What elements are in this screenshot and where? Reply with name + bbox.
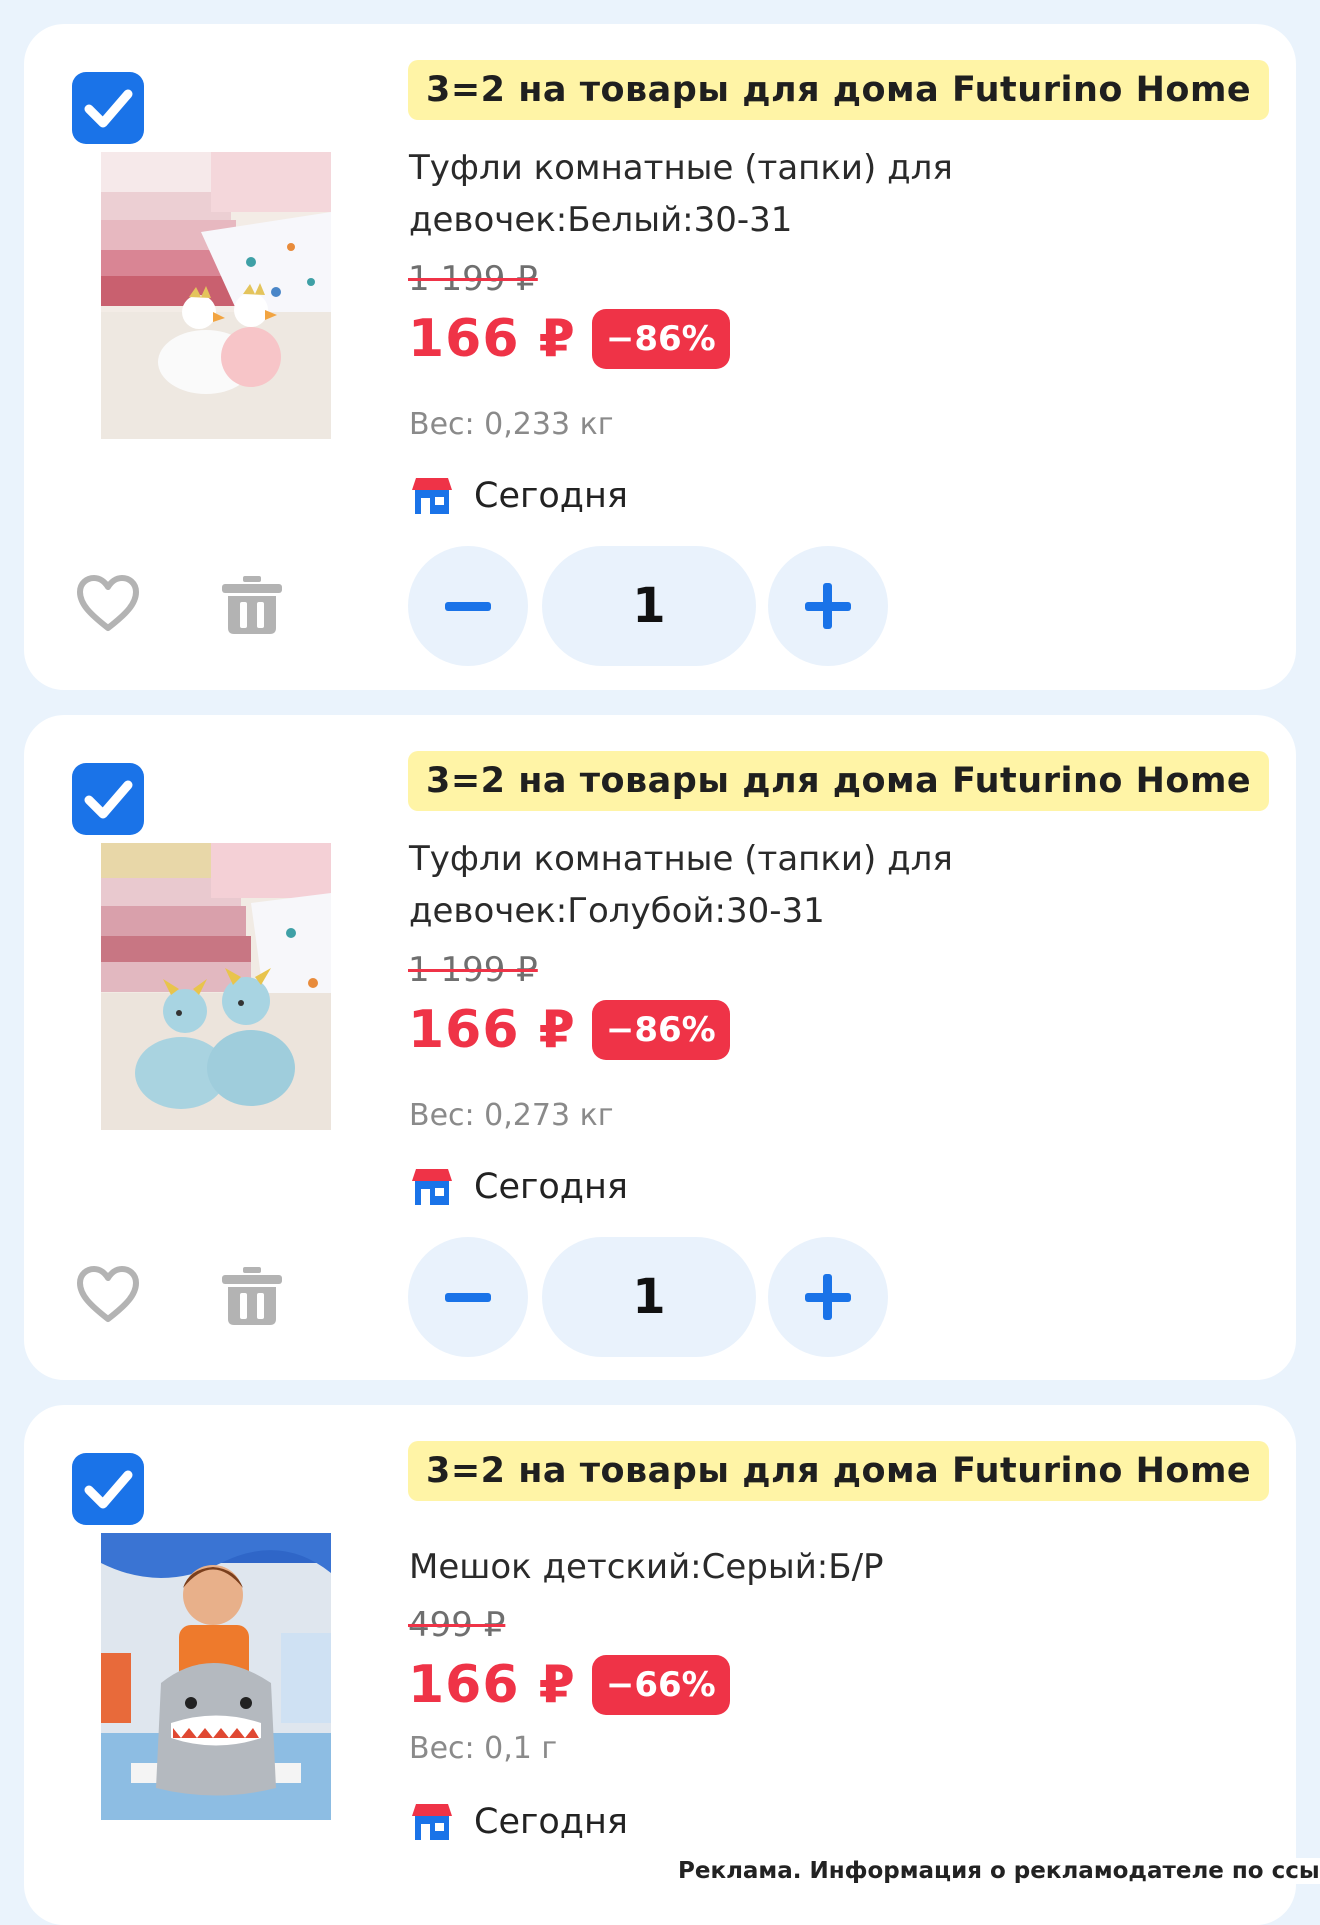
delivery-date: Сегодня <box>474 476 628 516</box>
decrease-quantity-button[interactable] <box>408 1237 528 1357</box>
cart-item: 3=2 на товары для дома Futurino Home Туф… <box>24 24 1296 690</box>
minus-icon <box>445 602 491 611</box>
discount-badge: −66% <box>591 1655 730 1715</box>
old-price: 1 199 ₽ <box>408 950 538 990</box>
discount-badge: −86% <box>591 309 730 369</box>
store-icon <box>412 1169 452 1205</box>
product-image[interactable] <box>101 843 331 1130</box>
weight-label: Вес: 0,273 кг <box>409 1098 614 1133</box>
discount-badge: −86% <box>591 1000 730 1060</box>
trash-icon <box>222 1267 282 1325</box>
current-price: 166 ₽ <box>408 1000 576 1060</box>
increase-quantity-button[interactable] <box>768 546 888 666</box>
product-title[interactable]: Туфли комнатные (тапки) для девочек:Белы… <box>409 142 969 246</box>
quantity-value[interactable]: 1 <box>542 1237 756 1357</box>
heart-icon <box>77 1266 139 1322</box>
increase-quantity-button[interactable] <box>768 1237 888 1357</box>
delete-button[interactable] <box>220 574 284 640</box>
price-row: 166 ₽ −86% <box>408 309 730 369</box>
old-price: 1 199 ₽ <box>408 259 538 299</box>
item-checkbox[interactable] <box>72 72 144 144</box>
weight-label: Вес: 0,1 г <box>409 1731 558 1766</box>
product-title[interactable]: Мешок детский:Серый:Б/Р <box>409 1541 969 1593</box>
current-price: 166 ₽ <box>408 1655 576 1715</box>
delivery-info: Сегодня <box>410 1167 628 1207</box>
current-price: 166 ₽ <box>408 309 576 369</box>
promo-badge[interactable]: 3=2 на товары для дома Futurino Home <box>408 60 1270 120</box>
check-icon <box>84 780 133 819</box>
delivery-info: Сегодня <box>410 476 628 516</box>
cart-item: 3=2 на товары для дома Futurino Home Меш… <box>24 1405 1296 1925</box>
store-icon <box>412 478 452 514</box>
weight-label: Вес: 0,233 кг <box>409 407 614 442</box>
product-image[interactable] <box>101 152 331 439</box>
favorite-button[interactable] <box>76 1265 140 1327</box>
delivery-info: Сегодня <box>410 1802 628 1842</box>
product-image[interactable] <box>101 1533 331 1820</box>
product-title[interactable]: Туфли комнатные (тапки) для девочек:Голу… <box>409 833 969 937</box>
quantity-value[interactable]: 1 <box>542 546 756 666</box>
plus-icon <box>805 583 851 629</box>
check-icon <box>84 1470 133 1509</box>
favorite-button[interactable] <box>76 574 140 636</box>
store-icon <box>412 1804 452 1840</box>
delivery-date: Сегодня <box>474 1167 628 1207</box>
plus-icon <box>805 1274 851 1320</box>
trash-icon <box>222 576 282 634</box>
cart-item: 3=2 на товары для дома Futurino Home Туф… <box>24 715 1296 1380</box>
minus-icon <box>445 1293 491 1302</box>
delete-button[interactable] <box>220 1265 284 1331</box>
heart-icon <box>77 575 139 631</box>
item-checkbox[interactable] <box>72 1453 144 1525</box>
old-price: 499 ₽ <box>408 1605 506 1645</box>
promo-badge[interactable]: 3=2 на товары для дома Futurino Home <box>408 1441 1270 1501</box>
price-row: 166 ₽ −66% <box>408 1655 730 1715</box>
price-row: 166 ₽ −86% <box>408 1000 730 1060</box>
check-icon <box>84 89 133 128</box>
delivery-date: Сегодня <box>474 1802 628 1842</box>
decrease-quantity-button[interactable] <box>408 546 528 666</box>
promo-badge[interactable]: 3=2 на товары для дома Futurino Home <box>408 751 1270 811</box>
item-checkbox[interactable] <box>72 763 144 835</box>
ad-disclaimer-link[interactable]: Реклама. Информация о рекламодателе по с… <box>674 1858 1320 1884</box>
